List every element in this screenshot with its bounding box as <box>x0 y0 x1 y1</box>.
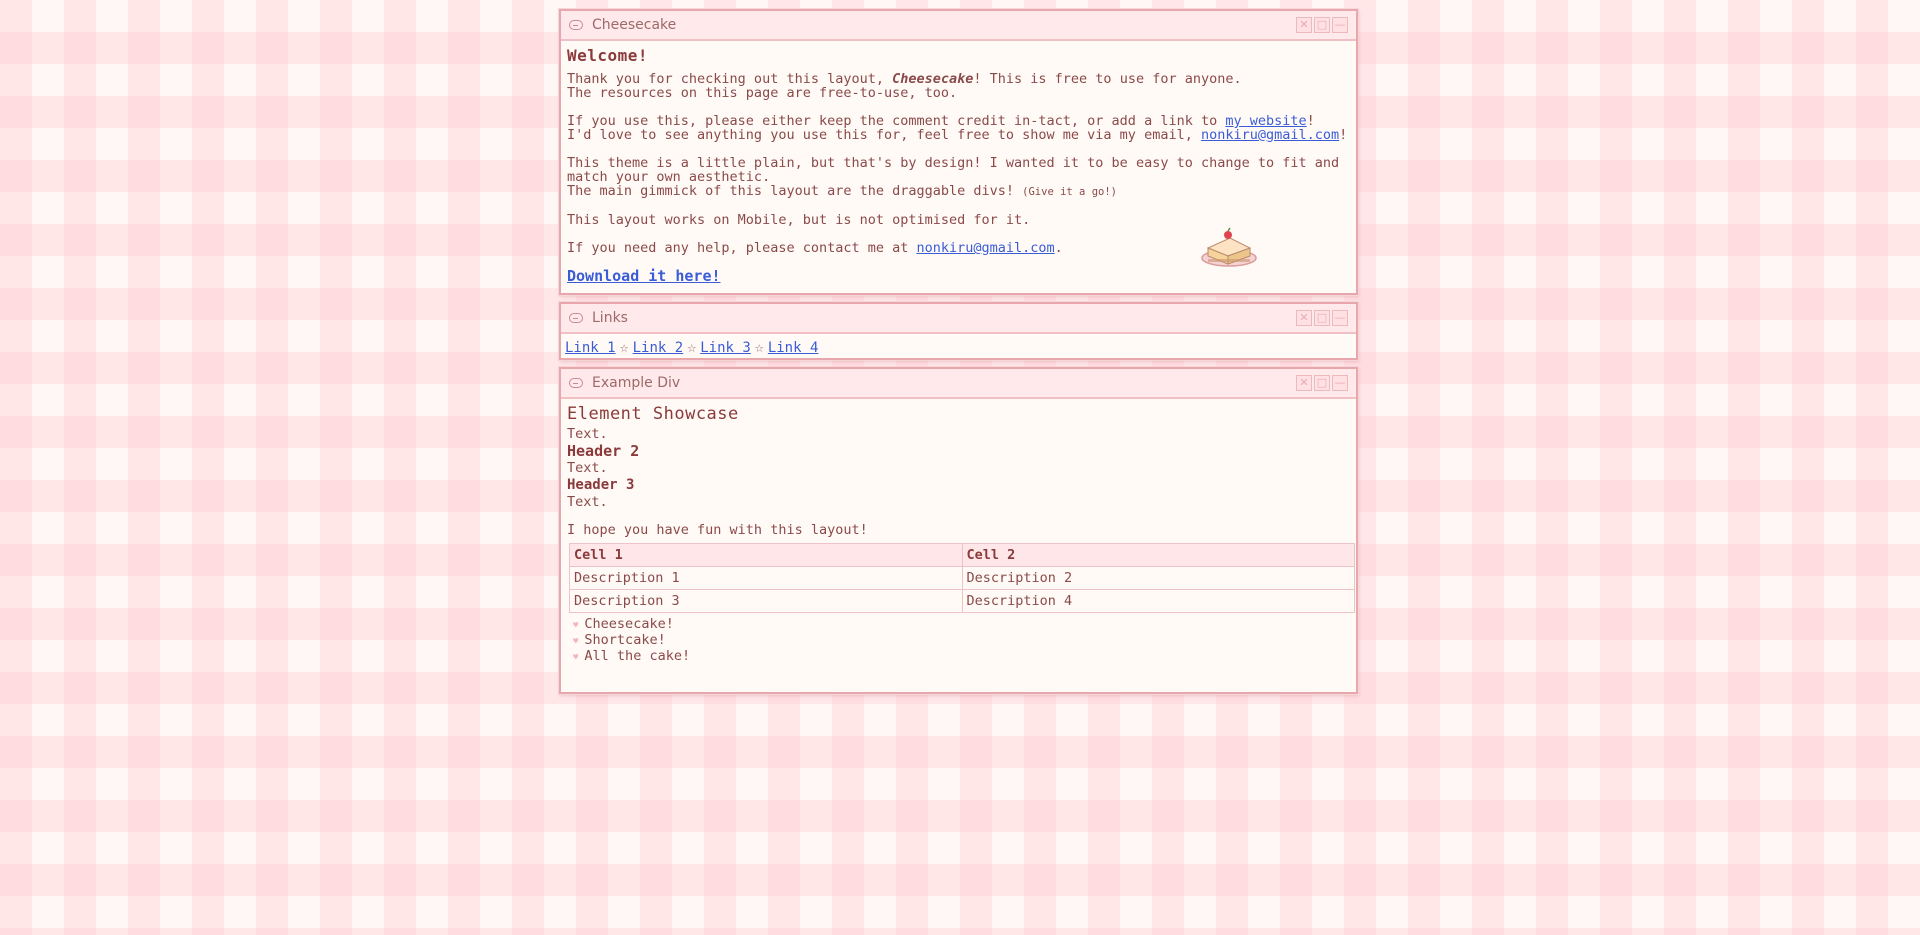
table-row: Description 1 Description 2 <box>569 566 1355 590</box>
example-table: Cell 1 Cell 2 Description 1 Description … <box>569 543 1355 613</box>
header-2: Header 2 <box>567 442 640 460</box>
window-titlebar[interactable]: Links ✕ □ — <box>561 304 1356 334</box>
maximize-icon[interactable]: □ <box>1314 17 1330 33</box>
list-item: ♥ All the cake! <box>573 649 1350 665</box>
close-icon[interactable]: ✕ <box>1296 310 1312 326</box>
link-4[interactable]: Link 4 <box>768 340 819 356</box>
header-3: Header 3 <box>567 477 635 493</box>
text: ! This is free to use for anyone. <box>973 71 1242 87</box>
link-1[interactable]: Link 1 <box>565 340 616 356</box>
cheesecake-image <box>1201 227 1257 267</box>
cake-list: ♥ Cheesecake! ♥ Shortcake! ♥ All the cake! <box>567 617 1350 665</box>
link-3[interactable]: Link 3 <box>700 340 751 356</box>
star-icon: ☆ <box>754 338 764 356</box>
example-window[interactable]: Example Div ✕ □ — Element Showcase Text.… <box>559 367 1358 694</box>
credit-paragraph: If you use this, please either keep the … <box>567 114 1350 142</box>
window-titlebar[interactable]: Example Div ✕ □ — <box>561 369 1356 399</box>
heart-icon: ♥ <box>573 653 579 663</box>
table-header-row: Cell 1 Cell 2 <box>569 543 1355 567</box>
window-title: Cheesecake <box>592 17 677 33</box>
window-title: Example Div <box>592 375 681 391</box>
window-icon <box>569 313 583 323</box>
welcome-heading: Welcome! <box>567 46 649 65</box>
minimize-icon[interactable]: — <box>1332 375 1348 391</box>
text: The resources on this page are free-to-u… <box>567 85 958 101</box>
table-row: Description 3 Description 4 <box>569 589 1355 613</box>
text: The main gimmick of this layout are the … <box>567 183 1023 199</box>
table-cell: Description 1 <box>569 566 963 590</box>
list-item-text: Cheesecake! <box>584 616 674 632</box>
text: Text. <box>567 494 608 510</box>
list-item-text: Shortcake! <box>584 632 666 648</box>
table-cell: Description 4 <box>961 589 1355 613</box>
heart-icon: ♥ <box>573 621 579 631</box>
text: Text. <box>567 460 608 476</box>
links-window[interactable]: Links ✕ □ — Link 1 ☆ Link 2 ☆ Link 3 ☆ Link 4 <box>559 302 1358 360</box>
showcase-heading: Element Showcase <box>567 404 739 424</box>
text: If you need any help, please contact me … <box>567 240 917 256</box>
window-titlebar[interactable]: Cheesecake ✕ □ — <box>561 11 1356 41</box>
window-icon <box>569 378 583 388</box>
list-item: ♥ Shortcake! <box>573 633 1350 649</box>
table-cell: Description 3 <box>569 589 963 613</box>
window-content: Element Showcase Text. Header 2 Text. He… <box>561 399 1356 669</box>
help-email-link[interactable]: nonkiru@gmail.com <box>917 240 1055 256</box>
text: I'd love to see anything you use this fo… <box>567 127 1201 143</box>
close-icon[interactable]: ✕ <box>1296 375 1312 391</box>
minimize-icon[interactable]: — <box>1332 17 1348 33</box>
maximize-icon[interactable]: □ <box>1314 375 1330 391</box>
window-title: Links <box>592 310 628 326</box>
small-text: (Give it a go!) <box>1022 186 1117 198</box>
table-header: Cell 2 <box>961 543 1355 567</box>
text: Text. <box>567 426 608 442</box>
close-icon[interactable]: ✕ <box>1296 17 1312 33</box>
link-2[interactable]: Link 2 <box>633 340 684 356</box>
intro-paragraph: Thank you for checking out this layout, … <box>567 72 1350 100</box>
window-icon <box>569 20 583 30</box>
text: This theme is a little plain, but that's… <box>567 155 1340 185</box>
links-content: Link 1 ☆ Link 2 ☆ Link 3 ☆ Link 4 <box>561 334 1356 361</box>
maximize-icon[interactable]: □ <box>1314 310 1330 326</box>
email-link[interactable]: nonkiru@gmail.com <box>1201 127 1339 143</box>
table-header: Cell 1 <box>569 543 963 567</box>
text: . <box>1054 240 1063 256</box>
star-icon: ☆ <box>619 338 629 356</box>
text: ! <box>1339 127 1348 143</box>
fun-paragraph: I hope you have fun with this layout! <box>567 522 868 538</box>
list-item: ♥ Cheesecake! <box>573 617 1350 633</box>
mobile-paragraph: This layout works on Mobile, but is not … <box>567 212 1031 228</box>
heart-icon: ♥ <box>573 637 579 647</box>
star-icon: ☆ <box>687 338 697 356</box>
theme-paragraph: This theme is a little plain, but that's… <box>567 156 1350 199</box>
table-cell: Description 2 <box>961 566 1355 590</box>
download-link[interactable]: Download it here! <box>567 267 721 285</box>
minimize-icon[interactable]: — <box>1332 310 1348 326</box>
list-item-text: All the cake! <box>584 648 691 664</box>
